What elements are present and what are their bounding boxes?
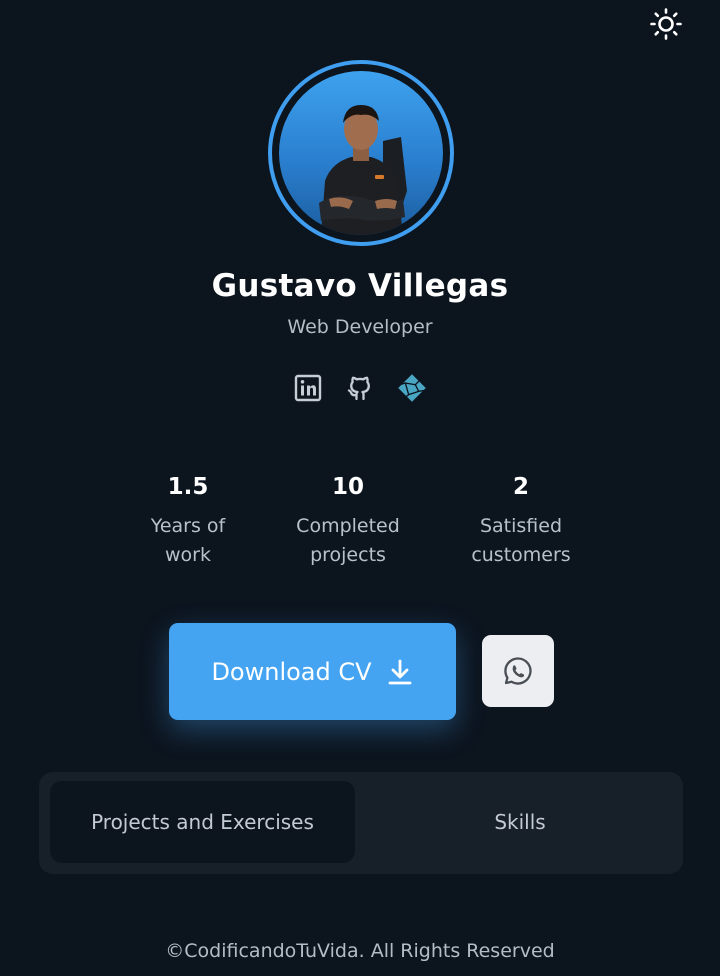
whatsapp-button[interactable]: [482, 635, 554, 707]
stat-label-line: customers: [471, 544, 571, 566]
stat-projects: 10 Completed projects: [268, 472, 428, 570]
stat-label: Satisfied customers: [441, 512, 601, 570]
github-icon: [347, 376, 370, 401]
stat-label-line: Years of: [150, 515, 226, 537]
stat-label-line: work: [165, 544, 211, 566]
theme-toggle-button[interactable]: [648, 6, 684, 42]
footer-copyright: ©CodificandoTuVida. All Rights Reserved: [165, 940, 555, 962]
stat-value: 1.5: [167, 474, 209, 500]
netlify-icon: [398, 374, 426, 402]
netlify-link[interactable]: [397, 370, 427, 406]
tab-projects-and-exercises[interactable]: Projects and Exercises: [50, 781, 355, 863]
linkedin-icon: [294, 374, 322, 402]
stat-label-line: Completed: [296, 515, 400, 537]
portfolio-page: Gustavo Villegas Web Developer 1.5 Years…: [0, 0, 720, 976]
avatar: [279, 71, 443, 235]
content-tabs: Projects and Exercises Skills: [39, 772, 683, 874]
profile-name: Gustavo Villegas: [211, 268, 509, 304]
stat-value: 2: [512, 474, 529, 500]
profile-role: Web Developer: [287, 316, 433, 338]
stat-value: 10: [331, 474, 364, 500]
stat-customers: 2 Satisfied customers: [441, 472, 601, 570]
stat-label: Years of work: [108, 512, 268, 570]
download-cv-label: Download CV: [211, 657, 372, 686]
tab-skills[interactable]: Skills: [361, 781, 679, 863]
whatsapp-icon: [504, 657, 532, 685]
avatar-ring: [268, 60, 454, 246]
linkedin-link[interactable]: [293, 370, 323, 406]
download-cv-button[interactable]: Download CV: [169, 623, 456, 720]
stat-label: Completed projects: [268, 512, 428, 570]
stat-label-line: Satisfied: [479, 515, 563, 537]
stat-label-line: projects: [310, 544, 386, 566]
stat-years: 1.5 Years of work: [108, 472, 268, 570]
sun-icon: [650, 8, 682, 40]
github-link[interactable]: [345, 370, 375, 406]
profile-photo: [319, 105, 407, 235]
download-icon: [388, 659, 411, 684]
social-links: [0, 370, 720, 406]
